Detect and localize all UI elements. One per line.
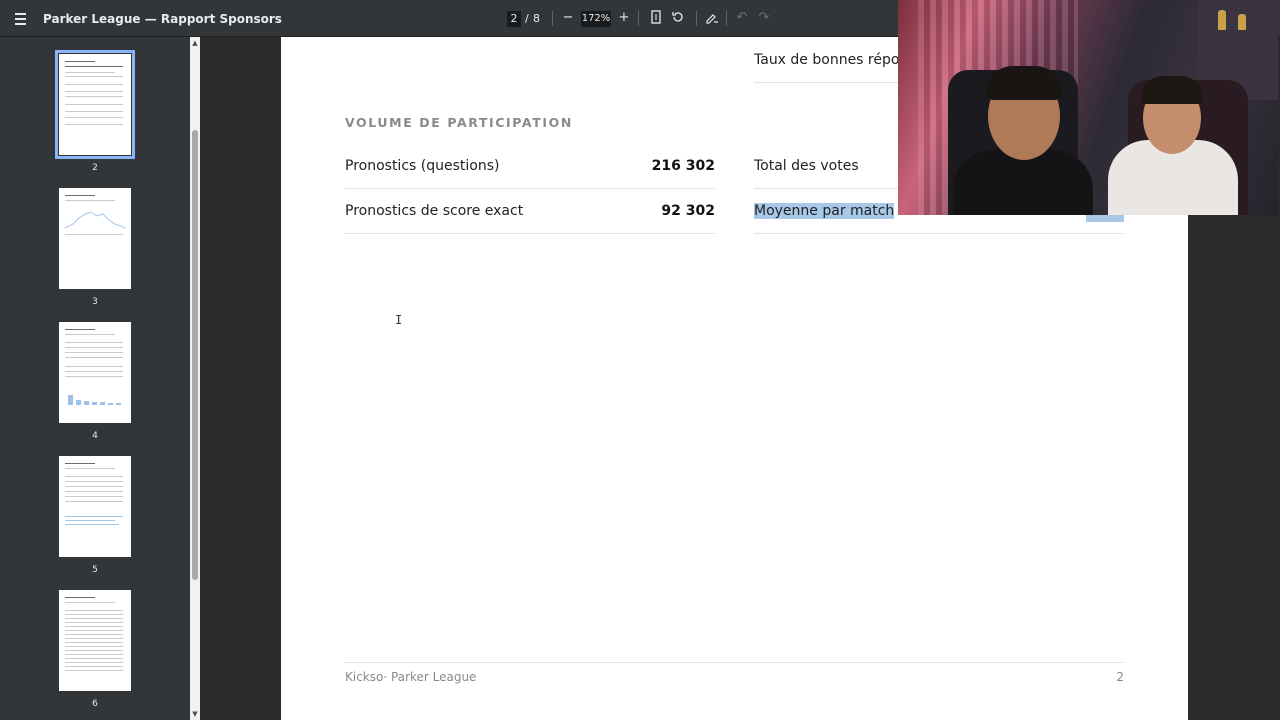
page-separator: / [525,12,529,25]
thumbnail-label: 6 [92,699,98,709]
document-title: Parker League — Rapport Sponsors [43,12,282,26]
row-divider [345,233,715,234]
thumbnail-label: 4 [92,431,98,441]
thumbnail-page-2[interactable] [55,50,135,159]
thumbnail-label: 2 [92,163,98,173]
menu-icon[interactable] [12,10,30,28]
metric-label: Total des votes [754,158,859,174]
thumbnail-sidebar: 2 3 4 5 6 [0,37,190,720]
person-hair [986,66,1062,100]
thumbnail-scrollbar[interactable]: ▲ ▼ [190,37,200,720]
metric-label-selected: Moyenne par match [754,203,895,219]
page-number-input[interactable]: 2 [507,11,521,27]
toolbar-divider [696,11,697,26]
footer-page-number: 2 [1116,670,1124,684]
metric-value: 92 302 [661,203,715,219]
top-right-metric-label: Taux de bonnes répon [754,52,909,68]
row-divider [345,188,715,189]
toolbar-divider [552,11,553,26]
toolbar-divider [726,11,727,26]
scroll-down-icon[interactable]: ▼ [191,710,199,718]
scroll-up-icon[interactable]: ▲ [191,39,199,47]
trophy-icon [1218,10,1226,30]
section-heading: VOLUME DE PARTICIPATION [345,115,573,130]
person-hair [1141,76,1203,104]
thumbnail-page-4[interactable] [59,322,131,423]
row-divider [754,233,1124,234]
thumbnail-label: 3 [92,297,98,307]
footer-brand: Kickso· Parker League [345,670,477,684]
fit-page-icon[interactable] [648,10,664,26]
thumbnail-page-3[interactable] [59,188,131,289]
metric-value: 216 302 [651,158,715,174]
page-total: 8 [533,12,540,25]
thumbnail-page-6[interactable] [59,590,131,691]
webcam-overlay [898,0,1278,215]
metric-label: Pronostics de score exact [345,203,524,219]
zoom-input[interactable]: 172% [581,11,611,27]
text-cursor-icon: I [395,313,403,327]
thumbnail-page-5[interactable] [59,456,131,557]
trophy-icon [1238,14,1246,30]
footer-divider [345,662,1124,663]
undo-icon[interactable]: ↶ [734,10,750,26]
thumbnail-label: 5 [92,565,98,575]
minus-icon[interactable]: − [560,10,576,26]
draw-icon[interactable] [704,10,720,26]
toolbar-divider [638,11,639,26]
plus-icon[interactable]: + [616,10,632,26]
metric-label: Pronostics (questions) [345,158,500,174]
redo-icon[interactable]: ↷ [756,10,772,26]
scrollbar-thumb[interactable] [192,130,198,580]
rotate-icon[interactable] [670,10,686,26]
